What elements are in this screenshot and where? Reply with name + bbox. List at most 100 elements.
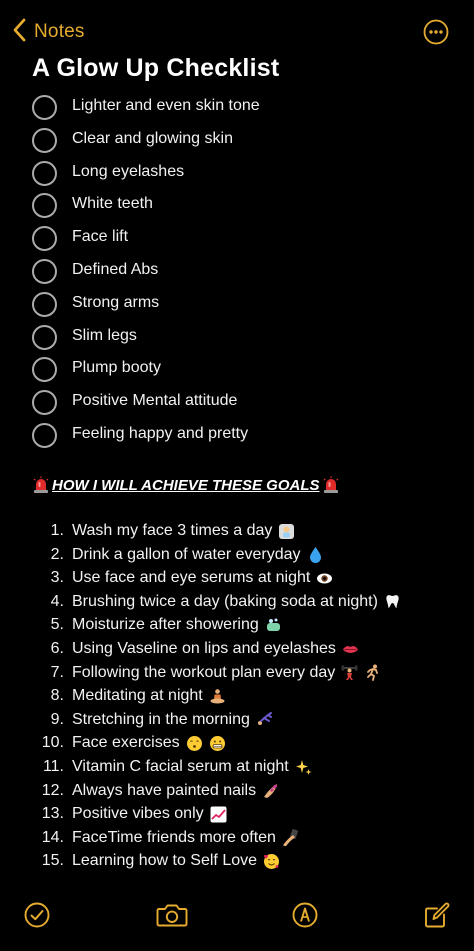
list-item[interactable]: 14. FaceTime friends more often	[0, 827, 474, 850]
list-item[interactable]: 6. Using Vaseline on lips and eyelashes	[0, 638, 474, 661]
list-item[interactable]: 13. Positive vibes only	[0, 803, 474, 826]
list-item-content: Wash my face 3 times a day	[72, 522, 295, 540]
checkbox-unchecked-icon[interactable]	[32, 226, 57, 252]
list-item-number: 5.	[50, 616, 64, 634]
smiling-face-hearts-emoji	[263, 853, 280, 870]
checklist-item-label: Defined Abs	[72, 261, 159, 278]
list-item-text: Always have painted nails	[72, 781, 257, 799]
cartwheel-emoji	[256, 711, 273, 728]
checklist-item[interactable]: Slim legs	[0, 321, 474, 354]
section-heading-text: HOW I WILL ACHIEVE THESE GOALS	[52, 476, 320, 494]
list-item[interactable]: 12. Always have painted nails	[0, 780, 474, 803]
list-item-text: Positive vibes only	[72, 805, 204, 823]
checklist-item-label: Face lift	[72, 228, 129, 246]
police-light-emoji	[32, 476, 50, 494]
checkbox-unchecked-icon[interactable]	[32, 423, 57, 448]
checkbox-unchecked-icon[interactable]	[32, 160, 57, 186]
list-item[interactable]: 10. Face exercises	[0, 732, 474, 755]
compose-icon[interactable]	[422, 900, 452, 930]
checklist-item-label: Plump booty	[72, 359, 161, 377]
list-item-content: Meditating at night	[72, 687, 226, 705]
list-item-number: 10.	[41, 734, 64, 752]
list-item-text: Drink a gallon of water everyday	[72, 545, 301, 563]
eye-emoji	[316, 570, 333, 587]
list-item-content: Learning how to Self Love	[72, 852, 280, 870]
list-item-number: 11.	[42, 758, 64, 775]
list-item[interactable]: 3. Use face and eye serums at night	[0, 567, 474, 590]
checkbox-unchecked-icon[interactable]	[32, 390, 57, 416]
checklist-item[interactable]: White teeth	[0, 189, 474, 222]
list-item-number: 4.	[50, 592, 64, 610]
more-options-icon[interactable]	[423, 19, 449, 45]
chevron-left-icon	[12, 18, 26, 47]
list-item-content: Face exercises	[72, 734, 226, 752]
list-item[interactable]: 15. Learning how to Self Love	[0, 850, 474, 873]
weightlifter-emoji	[341, 664, 358, 681]
list-item[interactable]: 8. Meditating at night	[0, 685, 474, 708]
checkbox-unchecked-icon[interactable]	[32, 193, 57, 219]
soap-emoji	[265, 617, 282, 634]
list-item-content: Drink a gallon of water everyday	[72, 546, 324, 564]
list-item-text: Stretching in the morning	[72, 710, 250, 728]
list-item[interactable]: 5. Moisturize after showering	[0, 614, 474, 637]
list-item[interactable]: 11. Vitamin C facial serum at night	[0, 756, 474, 779]
list-item-content: Using Vaseline on lips and eyelashes	[72, 640, 359, 658]
list-item[interactable]: 4. Brushing twice a day (baking soda at n…	[0, 591, 474, 614]
section-heading[interactable]: HOW I WILL ACHIEVE THESE GOALS	[32, 474, 340, 496]
list-item[interactable]: 9. Stretching in the morning	[0, 709, 474, 732]
back-button[interactable]: Notes	[12, 18, 85, 46]
checklist-item[interactable]: Feeling happy and pretty	[0, 419, 474, 452]
list-item-number: 2.	[50, 545, 64, 563]
list-item[interactable]: 7. Following the workout plan every day	[0, 662, 474, 685]
list-item-number: 12.	[41, 781, 64, 799]
list-item-number: 6.	[50, 640, 64, 657]
checkbox-unchecked-icon[interactable]	[32, 291, 57, 317]
camera-icon[interactable]	[155, 900, 189, 930]
chart-increasing-emoji	[210, 806, 227, 823]
lips-emoji	[342, 641, 359, 658]
list-item-text: Moisturize after showering	[72, 616, 259, 634]
list-item-text: Using Vaseline on lips and eyelashes	[72, 640, 336, 657]
note-title[interactable]: A Glow Up Checklist	[32, 54, 279, 83]
tooth-emoji	[384, 593, 401, 610]
checklist-item[interactable]: Lighter and even skin tone	[0, 91, 474, 124]
checklist-item[interactable]: Plump booty	[0, 353, 474, 386]
markup-icon[interactable]	[290, 900, 320, 930]
checklist-item[interactable]: Clear and glowing skin	[0, 124, 474, 157]
police-light-emoji	[322, 476, 340, 494]
navigation-bar: Notes	[0, 0, 474, 60]
checklist-item-label: Positive Mental attitude	[72, 392, 238, 410]
list-item-number: 3.	[50, 569, 64, 587]
list-item-text: Use face and eye serums at night	[72, 569, 311, 587]
list-item-content: Use face and eye serums at night	[72, 569, 333, 587]
list-item-content: Moisturize after showering	[72, 616, 282, 634]
checklist-item[interactable]: Face lift	[0, 222, 474, 255]
checklist-item[interactable]: Positive Mental attitude	[0, 386, 474, 419]
checklist-icon[interactable]	[22, 900, 52, 930]
nail-polish-emoji	[262, 782, 279, 799]
list-item[interactable]: 1. Wash my face 3 times a day	[0, 520, 474, 543]
checkbox-unchecked-icon[interactable]	[32, 127, 57, 153]
meditation-emoji	[209, 688, 226, 705]
checklist-item[interactable]: Long eyelashes	[0, 157, 474, 190]
sparkles-emoji	[295, 759, 312, 776]
checkbox-unchecked-icon[interactable]	[32, 95, 57, 120]
list-item-number: 13.	[41, 805, 64, 823]
selfie-emoji	[282, 829, 299, 847]
list-item-content: Brushing twice a day (baking soda at nig…	[72, 593, 401, 611]
list-item-text: Wash my face 3 times a day	[72, 522, 273, 539]
checklist-item[interactable]: Defined Abs	[0, 255, 474, 288]
checklist-item[interactable]: Strong arms	[0, 288, 474, 321]
list-item-content: Always have painted nails	[72, 782, 279, 800]
list-item-content: Vitamin C facial serum at night	[72, 758, 312, 776]
checkbox-unchecked-icon[interactable]	[32, 357, 57, 383]
bottom-toolbar	[0, 890, 474, 951]
runner-emoji	[364, 664, 381, 681]
kissing-face-emoji	[186, 735, 203, 752]
list-item-text: Learning how to Self Love	[72, 852, 258, 870]
list-item[interactable]: 2. Drink a gallon of water everyday	[0, 544, 474, 567]
checkbox-unchecked-icon[interactable]	[32, 324, 57, 350]
list-item-number: 7.	[50, 663, 64, 681]
checkbox-unchecked-icon[interactable]	[32, 259, 57, 284]
list-item-number: 15.	[41, 852, 64, 870]
